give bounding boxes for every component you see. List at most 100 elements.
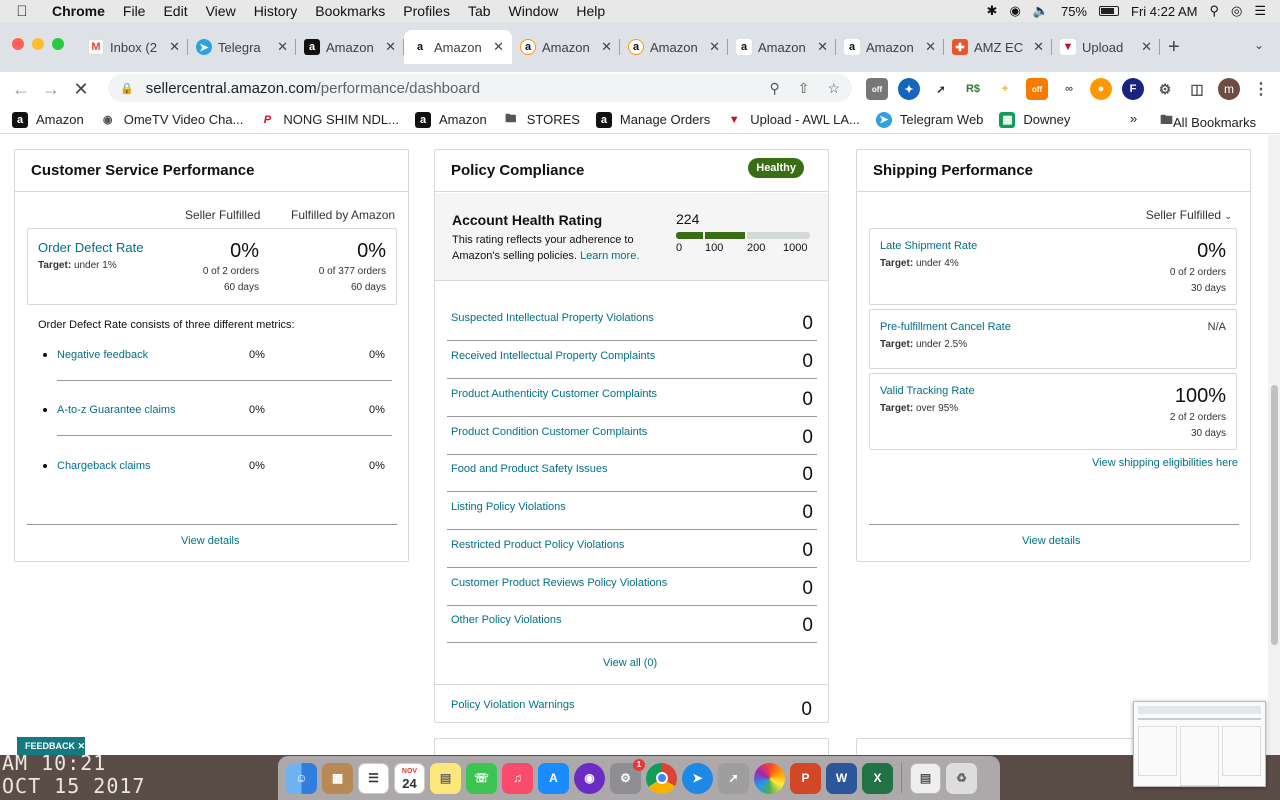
tab-amazon-5[interactable]: a Amazon ✕: [728, 30, 836, 64]
bookmark-manage-orders[interactable]: a Manage Orders: [595, 111, 710, 128]
siri-app-icon[interactable]: ◉: [574, 762, 605, 794]
tab-amz-ec[interactable]: ✚ AMZ EC ✕: [944, 30, 1052, 64]
menu-profiles[interactable]: Profiles: [394, 3, 459, 19]
lock-icon[interactable]: 🔒: [120, 82, 134, 95]
scrollbar-thumb[interactable]: [1271, 385, 1278, 645]
extension-off-icon[interactable]: off: [866, 78, 888, 100]
extension-feather-icon[interactable]: ➚: [930, 78, 952, 100]
learn-more-link[interactable]: Learn more.: [580, 250, 639, 262]
extension-plus-icon[interactable]: +: [994, 78, 1016, 100]
policy-row-link[interactable]: Listing Policy Violations: [451, 501, 566, 513]
shipping-filter-dropdown[interactable]: Seller Fulfilled ⌄: [1146, 208, 1232, 222]
negative-feedback-link[interactable]: Negative feedback: [57, 349, 148, 361]
system-preferences-icon[interactable]: ⚙ 1: [610, 758, 645, 794]
extension-link-icon[interactable]: ∞: [1058, 78, 1080, 100]
siri-icon[interactable]: ◎: [1231, 3, 1242, 19]
bookmark-amazon-2[interactable]: a Amazon: [415, 111, 487, 128]
policy-violation-warnings-link[interactable]: Policy Violation Warnings: [451, 699, 575, 711]
battery-percent[interactable]: 75%: [1061, 4, 1087, 19]
bookmark-telegram[interactable]: ➤ Telegram Web: [875, 111, 983, 128]
all-bookmarks[interactable]: 🖿 All Bookmarks: [1160, 111, 1256, 133]
new-tab-icon[interactable]: +: [1168, 36, 1180, 59]
customer-service-view-details-link[interactable]: View details: [181, 535, 240, 547]
menu-window[interactable]: Window: [500, 3, 568, 19]
menu-bookmarks[interactable]: Bookmarks: [306, 3, 394, 19]
music-icon[interactable]: ♫: [502, 762, 533, 794]
tab-amazon-1[interactable]: a Amazon ✕: [296, 30, 404, 64]
cancel-rate-link[interactable]: Pre-fulfillment Cancel Rate: [880, 321, 1011, 333]
stop-loading-icon[interactable]: ✕: [66, 79, 96, 100]
late-shipment-link[interactable]: Late Shipment Rate: [880, 240, 977, 252]
menu-history[interactable]: History: [245, 3, 307, 19]
bluetooth-icon[interactable]: ✱: [987, 3, 998, 19]
close-tab-icon[interactable]: ✕: [169, 39, 180, 55]
shipping-eligibilities-link[interactable]: View shipping eligibilities here: [1092, 457, 1238, 469]
minimize-window-button[interactable]: [32, 38, 44, 50]
extensions-puzzle-icon[interactable]: ⚙: [1154, 78, 1176, 100]
control-center-icon[interactable]: ☰: [1254, 3, 1266, 19]
policy-row-link[interactable]: Customer Product Reviews Policy Violatio…: [451, 577, 667, 589]
screenshot-thumbnail-preview[interactable]: [1133, 701, 1266, 787]
apple-logo-icon[interactable]: : [0, 3, 44, 20]
word-icon[interactable]: W: [826, 762, 857, 794]
tab-amazon-active[interactable]: a Amazon ✕: [404, 30, 512, 64]
tab-amazon-3[interactable]: a Amazon ✕: [512, 30, 620, 64]
excel-icon[interactable]: X: [862, 762, 893, 794]
close-icon[interactable]: ✕: [78, 741, 86, 752]
close-tab-icon[interactable]: ✕: [817, 39, 828, 55]
menu-clock[interactable]: Fri 4:22 AM: [1131, 4, 1197, 19]
photos-icon[interactable]: [754, 762, 785, 794]
share-icon[interactable]: ⇧: [798, 80, 810, 97]
tab-gmail[interactable]: M Inbox (2 ✕: [80, 30, 188, 64]
policy-row-link[interactable]: Restricted Product Policy Violations: [451, 539, 624, 551]
tab-amazon-4[interactable]: a Amazon ✕: [620, 30, 728, 64]
valid-tracking-link[interactable]: Valid Tracking Rate: [880, 385, 975, 397]
close-tab-icon[interactable]: ✕: [925, 39, 936, 55]
zoom-window-button[interactable]: [52, 38, 64, 50]
policy-row-link[interactable]: Product Condition Customer Complaints: [451, 426, 647, 438]
policy-row-link[interactable]: Suspected Intellectual Property Violatio…: [451, 312, 654, 324]
address-bar[interactable]: 🔒 sellercentral.amazon.com/performance/d…: [108, 74, 852, 102]
extension-f-icon[interactable]: F: [1122, 78, 1144, 100]
back-arrow-icon[interactable]: ←: [6, 79, 36, 100]
policy-view-all-link[interactable]: View all (0): [603, 657, 657, 669]
tab-search-chevron-icon[interactable]: ⌄: [1254, 38, 1264, 52]
spotlight-search-icon[interactable]: ⚲: [1209, 3, 1219, 19]
menu-app-name[interactable]: Chrome: [44, 3, 114, 19]
close-tab-icon[interactable]: ✕: [1033, 39, 1044, 55]
close-window-button[interactable]: [12, 38, 24, 50]
reminders-icon[interactable]: ☰: [358, 762, 389, 794]
bookmark-amazon[interactable]: a Amazon: [12, 111, 84, 128]
policy-row-link[interactable]: Product Authenticity Customer Complaints: [451, 388, 657, 400]
bookmark-ometv[interactable]: ◉ OmeTV Video Cha...: [100, 112, 244, 128]
close-tab-icon[interactable]: ✕: [709, 39, 720, 55]
tab-amazon-6[interactable]: a Amazon ✕: [836, 30, 944, 64]
documents-stack-icon[interactable]: ▤: [910, 762, 941, 794]
extension-off-orange-icon[interactable]: off: [1026, 78, 1048, 100]
a-to-z-claims-link[interactable]: A-to-z Guarantee claims: [57, 404, 176, 416]
order-defect-rate-link[interactable]: Order Defect Rate: [38, 240, 144, 255]
extension-orange-icon[interactable]: ●: [1090, 78, 1112, 100]
menu-file[interactable]: File: [114, 3, 155, 19]
side-panel-icon[interactable]: ◫: [1186, 78, 1208, 100]
policy-row-link[interactable]: Food and Product Safety Issues: [451, 463, 608, 475]
notebook-app-icon[interactable]: ▦: [322, 762, 353, 794]
launchpad-icon[interactable]: ➚: [718, 762, 749, 794]
wifi-icon[interactable]: ◉: [1009, 3, 1020, 19]
close-tab-icon[interactable]: ✕: [601, 39, 612, 55]
bookmark-star-icon[interactable]: ☆: [827, 80, 840, 97]
menu-edit[interactable]: Edit: [154, 3, 196, 19]
close-tab-icon[interactable]: ✕: [1141, 39, 1152, 55]
profile-avatar[interactable]: m: [1218, 78, 1240, 100]
close-tab-icon[interactable]: ✕: [385, 39, 396, 55]
page-scrollbar[interactable]: [1268, 135, 1280, 755]
bookmark-stores[interactable]: 🖿 STORES: [503, 112, 580, 128]
volume-icon[interactable]: 🔈: [1033, 3, 1049, 19]
facetime-messages-icon[interactable]: ☏: [466, 762, 497, 794]
close-tab-icon[interactable]: ✕: [493, 39, 504, 55]
bookmark-upload[interactable]: ▼ Upload - AWL LA...: [726, 112, 860, 128]
bookmark-downey[interactable]: ▦ Downey: [999, 111, 1070, 128]
policy-row-link[interactable]: Other Policy Violations: [451, 614, 561, 626]
safari-icon[interactable]: ➤: [682, 762, 713, 794]
bookmark-nongshim[interactable]: P NONG SHIM NDL...: [259, 112, 399, 128]
